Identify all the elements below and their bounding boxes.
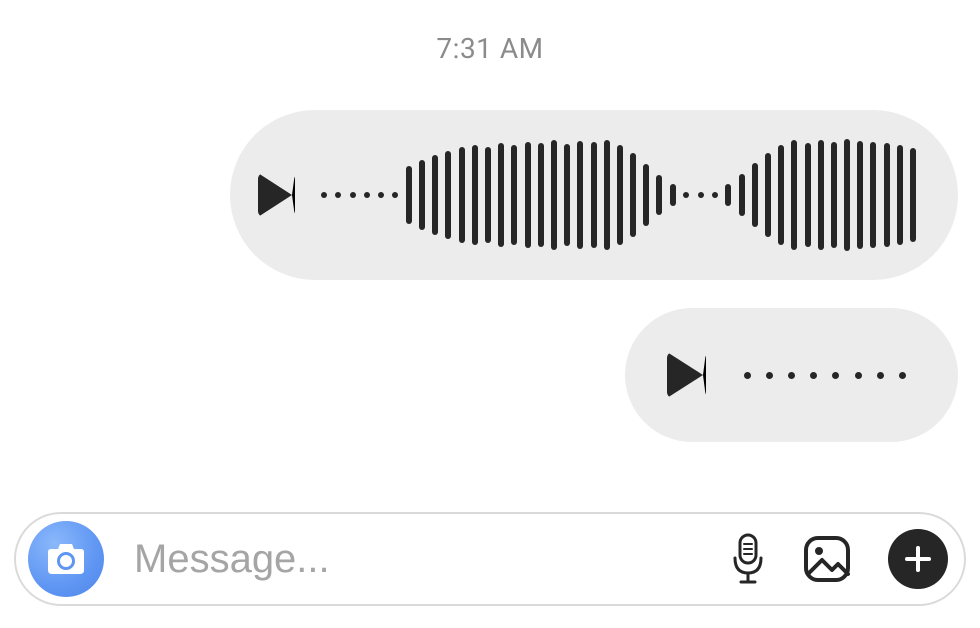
waveform-segment [670,184,676,206]
play-icon[interactable] [258,173,295,217]
waveform-segment [604,140,610,250]
waveform-segment [739,174,745,216]
waveform-segment [752,163,758,227]
waveform-segment [350,192,356,198]
waveform-segment [643,164,649,226]
camera-button[interactable] [28,521,104,597]
waveform-segment [698,192,704,198]
waveform-segment [831,142,837,248]
waveform-segment [810,372,817,379]
chat-screen: 7:31 AM [0,0,980,628]
waveform-segment [538,143,544,247]
waveform-segment [744,372,751,379]
waveform-segment [392,192,398,198]
waveform-segment [765,153,771,237]
waveform-segment [818,140,824,250]
waveform-segment [617,145,623,245]
waveform-segment [630,153,636,237]
waveform-segment [791,140,797,250]
mic-button[interactable] [730,533,766,585]
waveform-segment [551,140,557,250]
waveform-segment [419,160,425,230]
waveform-segment [712,192,718,198]
waveform-segment [525,142,531,248]
message-input[interactable] [132,536,702,583]
waveform-segment [472,145,478,245]
waveform[interactable] [321,139,916,251]
waveform-segment [511,145,517,245]
waveform-segment [899,372,906,379]
camera-icon [46,542,86,576]
waveform-segment [910,148,916,242]
message-composer [14,512,966,606]
waveform-segment [378,192,384,198]
composer-actions [730,529,948,589]
waveform-segment [683,192,689,198]
waveform-segment [855,372,862,379]
play-icon[interactable] [667,352,706,398]
gallery-icon [802,534,852,584]
waveform-segment [406,166,412,224]
mic-icon [730,533,766,585]
waveform-segment [766,372,773,379]
waveform-segment [485,147,491,243]
waveform-segment [884,143,890,247]
waveform-segment [364,192,370,198]
waveform[interactable] [740,372,910,379]
plus-icon [903,544,933,574]
more-button[interactable] [888,529,948,589]
voice-message[interactable] [230,110,958,280]
waveform-segment [725,184,731,206]
waveform-segment [870,142,876,248]
waveform-segment [857,141,863,249]
waveform-segment [321,192,327,198]
waveform-segment [335,192,341,198]
waveform-segment [844,139,850,251]
waveform-segment [656,175,662,215]
message-list [230,110,958,442]
waveform-segment [459,147,465,243]
waveform-segment [577,141,583,249]
waveform-segment [498,143,504,247]
waveform-segment [897,145,903,245]
gallery-button[interactable] [802,534,852,584]
waveform-segment [432,155,438,235]
waveform-segment [564,144,570,246]
waveform-segment [591,142,597,248]
waveform-segment [805,143,811,247]
voice-message[interactable] [625,308,958,442]
waveform-segment [445,151,451,239]
waveform-segment [788,372,795,379]
waveform-segment [778,145,784,245]
waveform-segment [832,372,839,379]
conversation-timestamp: 7:31 AM [0,32,980,65]
waveform-segment [877,372,884,379]
